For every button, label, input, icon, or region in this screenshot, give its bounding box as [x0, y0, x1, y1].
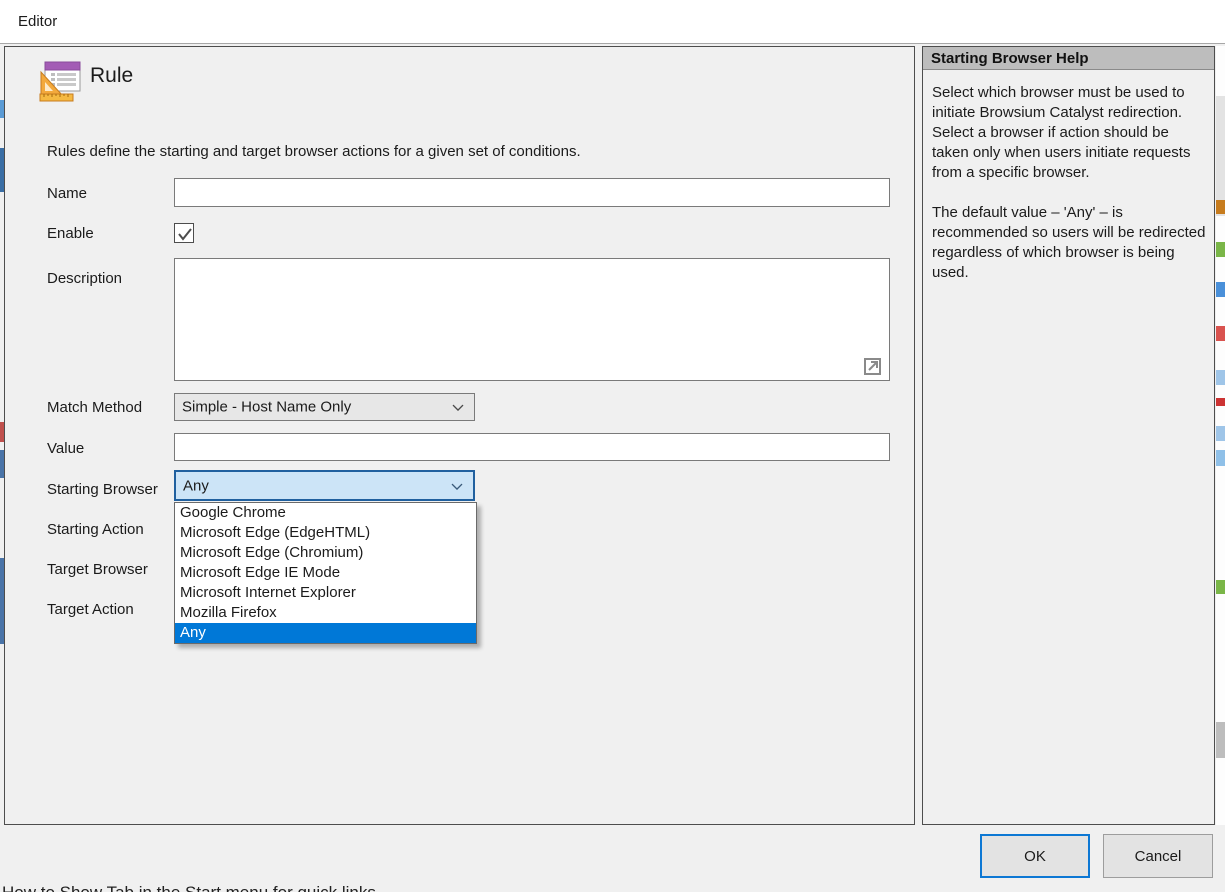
- clipped-background-text: How to Show Tab in the Start menu for qu…: [2, 885, 902, 892]
- help-panel-body: Select which browser must be used to ini…: [932, 83, 1209, 283]
- name-input[interactable]: [174, 178, 890, 207]
- background-fragment: [1216, 722, 1225, 758]
- match-method-select[interactable]: Simple - Host Name Only: [174, 393, 475, 421]
- target-action-label: Target Action: [47, 601, 134, 618]
- name-label: Name: [47, 185, 87, 202]
- target-browser-label: Target Browser: [47, 561, 148, 578]
- dropdown-option-google-chrome[interactable]: Google Chrome: [175, 503, 476, 523]
- enable-checkbox[interactable]: [174, 223, 194, 243]
- value-input[interactable]: [174, 433, 890, 461]
- background-fragment: [1216, 370, 1225, 385]
- background-fragment: [1216, 242, 1225, 257]
- form-description-text: Rules define the starting and target bro…: [47, 143, 581, 160]
- help-panel-title: Starting Browser Help: [931, 50, 1089, 67]
- dropdown-option-edge-chromium[interactable]: Microsoft Edge (Chromium): [175, 543, 476, 563]
- chevron-down-icon[interactable]: [451, 483, 463, 490]
- starting-browser-select[interactable]: Any: [174, 470, 475, 501]
- description-label: Description: [47, 270, 122, 287]
- background-right-edge: [1216, 46, 1225, 825]
- rule-icon: [38, 60, 82, 102]
- background-fragment: [1216, 282, 1225, 297]
- chevron-down-icon[interactable]: [452, 404, 464, 411]
- starting-browser-dropdown: Google Chrome Microsoft Edge (EdgeHTML) …: [174, 502, 477, 644]
- dropdown-option-edge-edgehtml[interactable]: Microsoft Edge (EdgeHTML): [175, 523, 476, 543]
- background-fragment: [0, 450, 4, 478]
- ok-button[interactable]: OK: [980, 834, 1090, 878]
- background-fragment: [0, 422, 4, 442]
- background-fragment: [0, 558, 4, 644]
- checkmark-icon: [176, 225, 194, 243]
- cancel-button[interactable]: Cancel: [1103, 834, 1213, 878]
- help-paragraph-2: The default value – 'Any' – is recommend…: [932, 203, 1209, 283]
- match-method-label: Match Method: [47, 399, 142, 416]
- dropdown-option-mozilla-firefox[interactable]: Mozilla Firefox: [175, 603, 476, 623]
- description-textarea[interactable]: [174, 258, 890, 381]
- background-fragment: [1216, 450, 1225, 466]
- window-titlebar: Editor: [0, 0, 1225, 44]
- background-fragment: [1216, 398, 1225, 406]
- background-fragment: [1216, 426, 1225, 441]
- background-left-edge: [0, 46, 4, 825]
- page-title: Rule: [90, 64, 133, 88]
- background-fragment: [0, 148, 4, 192]
- background-fragment: [0, 100, 4, 118]
- enable-label: Enable: [47, 225, 94, 242]
- starting-browser-label: Starting Browser: [47, 481, 158, 498]
- editor-window: Editor Rule Rules define the starting an…: [0, 0, 1225, 892]
- background-fragment: [1216, 200, 1225, 214]
- value-label: Value: [47, 440, 84, 457]
- dropdown-option-edge-ie-mode[interactable]: Microsoft Edge IE Mode: [175, 563, 476, 583]
- dropdown-option-internet-explorer[interactable]: Microsoft Internet Explorer: [175, 583, 476, 603]
- help-panel-header: Starting Browser Help: [923, 47, 1214, 70]
- help-paragraph-1: Select which browser must be used to ini…: [932, 83, 1209, 183]
- expand-icon[interactable]: [863, 357, 882, 376]
- window-title: Editor: [18, 13, 57, 30]
- starting-browser-value: Any: [183, 477, 209, 494]
- starting-action-label: Starting Action: [47, 521, 144, 538]
- help-panel: Starting Browser Help Select which brows…: [922, 46, 1215, 825]
- dropdown-option-any[interactable]: Any: [175, 623, 476, 643]
- background-fragment: [1216, 580, 1225, 594]
- background-fragment: [1216, 326, 1225, 341]
- match-method-value: Simple - Host Name Only: [182, 399, 351, 416]
- background-fragment: [1216, 96, 1225, 216]
